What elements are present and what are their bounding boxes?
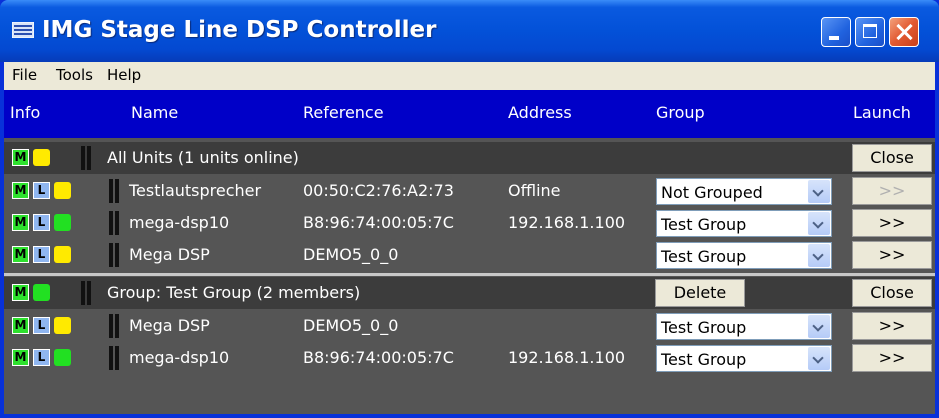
- chevron-down-icon[interactable]: [808, 315, 830, 338]
- group-row-all-units: M All Units (1 units online) Close: [4, 142, 935, 174]
- unit-name: Mega DSP: [129, 316, 210, 335]
- unit-address: 192.168.1.100: [508, 213, 626, 232]
- m-badge[interactable]: M: [12, 214, 29, 231]
- menu-help[interactable]: Help: [107, 66, 141, 84]
- level-bars: [109, 346, 121, 370]
- unit-list: M All Units (1 units online) Close M L T…: [4, 138, 935, 414]
- app-icon: [12, 22, 34, 38]
- unit-name: Mega DSP: [129, 245, 210, 264]
- group-label: Group: Test Group (2 members): [107, 283, 361, 302]
- chevron-down-icon[interactable]: [808, 347, 830, 370]
- l-badge[interactable]: L: [33, 246, 50, 263]
- status-led: [54, 349, 71, 366]
- level-bars: [81, 146, 93, 170]
- launch-button[interactable]: >>: [852, 312, 932, 340]
- unit-name: mega-dsp10: [129, 213, 230, 232]
- column-group: Group: [656, 103, 705, 122]
- unit-name: Testlautsprecher: [129, 181, 262, 200]
- level-bars: [109, 243, 121, 267]
- group-select-value: Test Group: [661, 350, 747, 369]
- unit-reference: B8:96:74:00:05:7C: [303, 213, 454, 232]
- unit-reference: 00:50:C2:76:A2:73: [303, 181, 454, 200]
- level-bars: [81, 281, 93, 305]
- status-led: [54, 317, 71, 334]
- app-window: IMG Stage Line DSP Controller File Tools…: [0, 0, 939, 418]
- menu-bar: File Tools Help: [4, 62, 935, 90]
- delete-group-button[interactable]: Delete: [655, 279, 745, 307]
- unit-row: M L mega-dsp10 B8:96:74:00:05:7C 192.168…: [4, 207, 935, 239]
- unit-row: M L mega-dsp10 B8:96:74:00:05:7C 192.168…: [4, 342, 935, 374]
- column-launch: Launch: [853, 103, 911, 122]
- unit-reference: DEMO5_0_0: [303, 316, 399, 335]
- column-info: Info: [10, 103, 41, 122]
- status-led: [33, 284, 50, 301]
- l-badge[interactable]: L: [33, 317, 50, 334]
- chevron-down-icon[interactable]: [808, 212, 830, 235]
- unit-row: M L Mega DSP DEMO5_0_0 Test Group >>: [4, 239, 935, 271]
- launch-button[interactable]: >>: [852, 344, 932, 372]
- chevron-down-icon[interactable]: [808, 180, 830, 203]
- maximize-button[interactable]: [855, 17, 885, 47]
- title-bar[interactable]: IMG Stage Line DSP Controller: [0, 0, 939, 62]
- unit-reference: DEMO5_0_0: [303, 245, 399, 264]
- minimize-button[interactable]: [821, 17, 851, 47]
- column-address: Address: [508, 103, 572, 122]
- level-bars: [109, 179, 121, 203]
- unit-row: M L Testlautsprecher 00:50:C2:76:A2:73 O…: [4, 175, 935, 207]
- level-bars: [109, 211, 121, 235]
- column-name: Name: [131, 103, 179, 122]
- m-badge[interactable]: M: [12, 317, 29, 334]
- status-led: [54, 214, 71, 231]
- unit-name: mega-dsp10: [129, 348, 230, 367]
- unit-reference: B8:96:74:00:05:7C: [303, 348, 454, 367]
- unit-address: 192.168.1.100: [508, 348, 626, 367]
- unit-address: Offline: [508, 181, 561, 200]
- group-select[interactable]: Test Group: [656, 345, 832, 372]
- group-select[interactable]: Test Group: [656, 242, 832, 269]
- m-badge[interactable]: M: [12, 284, 29, 301]
- group-row-test-group: M Group: Test Group (2 members) Delete C…: [4, 277, 935, 309]
- launch-button[interactable]: >>: [852, 241, 932, 269]
- group-select[interactable]: Test Group: [656, 210, 832, 237]
- status-led: [33, 149, 50, 166]
- group-label: All Units (1 units online): [107, 148, 299, 167]
- status-led: [54, 182, 71, 199]
- window-title: IMG Stage Line DSP Controller: [42, 17, 437, 43]
- close-window-button[interactable]: [889, 17, 919, 47]
- column-reference: Reference: [303, 103, 384, 122]
- group-select-value: Test Group: [661, 215, 747, 234]
- group-select[interactable]: Test Group: [656, 313, 832, 340]
- m-badge[interactable]: M: [12, 182, 29, 199]
- unit-row: M L Mega DSP DEMO5_0_0 Test Group >>: [4, 310, 935, 342]
- group-select-value: Test Group: [661, 318, 747, 337]
- menu-file[interactable]: File: [12, 66, 37, 84]
- group-select-value: Test Group: [661, 247, 747, 266]
- status-led: [54, 246, 71, 263]
- chevron-down-icon[interactable]: [808, 244, 830, 267]
- m-badge[interactable]: M: [12, 149, 29, 166]
- l-badge[interactable]: L: [33, 349, 50, 366]
- m-badge[interactable]: M: [12, 246, 29, 263]
- launch-button[interactable]: >>: [852, 177, 932, 205]
- l-badge[interactable]: L: [33, 214, 50, 231]
- launch-button[interactable]: >>: [852, 209, 932, 237]
- l-badge[interactable]: L: [33, 182, 50, 199]
- level-bars: [109, 314, 121, 338]
- column-header: Info Name Reference Address Group Launch: [4, 90, 935, 138]
- group-select[interactable]: Not Grouped: [656, 178, 832, 205]
- divider: [4, 273, 935, 276]
- close-all-units-button[interactable]: Close: [852, 144, 932, 172]
- close-group-button[interactable]: Close: [852, 279, 932, 307]
- menu-tools[interactable]: Tools: [56, 66, 93, 84]
- group-select-value: Not Grouped: [661, 183, 763, 202]
- m-badge[interactable]: M: [12, 349, 29, 366]
